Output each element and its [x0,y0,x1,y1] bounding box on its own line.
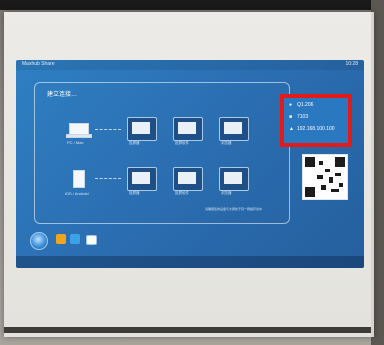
qr-module [319,161,323,165]
start-button[interactable] [30,232,48,250]
qr-finder [335,157,345,167]
screen-bottom-bar [4,327,371,333]
option-tile[interactable] [173,117,203,141]
option-tile[interactable] [173,167,203,191]
connect-arrow [95,178,121,179]
connect-arrow [95,129,121,130]
tile-image [178,122,196,134]
tile-image [132,122,150,134]
source-label-pc: PC / Mac [67,140,84,145]
taskbar [16,256,364,268]
footnote: 请确保您的设备与大屏处于同一网络环境中 [205,207,263,211]
connection-panel: 建立连接… PC / Mac iOS / Android 投屏器 投屏软件 浏览… [34,82,290,224]
tile-image [178,172,196,184]
option-tile[interactable] [127,167,157,191]
qr-module [321,185,326,190]
qr-module [317,175,323,179]
laptop-base-icon [66,134,92,138]
qr-module [339,183,343,187]
option-tile[interactable] [219,117,249,141]
pencil-icon[interactable] [56,234,66,244]
title-bar: Maxhub Share 10:28 [16,60,364,70]
qr-finder [305,187,315,197]
tile-image [132,172,150,184]
clock: 10:28 [345,61,358,67]
option-tile[interactable] [219,167,249,191]
ceiling-beam [0,0,384,10]
option-label: 投屏软件 [175,141,189,145]
option-label: 浏览器 [221,141,232,145]
panel-title: 建立连接… [47,92,78,98]
source-label-mobile: iOS / Android [65,191,89,196]
qr-module [331,189,339,192]
option-label: 投屏器 [129,141,140,145]
projected-desktop: Maxhub Share 10:28 建立连接… PC / Mac iOS / … [16,60,364,268]
option-label: 浏览器 [221,191,232,195]
qr-module [325,169,330,172]
app-name: Maxhub Share [22,61,55,67]
tile-image [224,172,242,184]
phone-icon [73,170,85,188]
tile-image [224,122,242,134]
qr-code [302,154,348,200]
highlight-box [280,94,352,147]
window-icon[interactable] [86,235,97,245]
option-label: 投屏器 [129,191,140,195]
option-label: 投屏软件 [175,191,189,195]
option-tile[interactable] [127,117,157,141]
qr-finder [305,157,315,167]
qr-module [335,173,341,176]
qr-module [329,177,333,183]
browser-icon[interactable] [70,234,80,244]
